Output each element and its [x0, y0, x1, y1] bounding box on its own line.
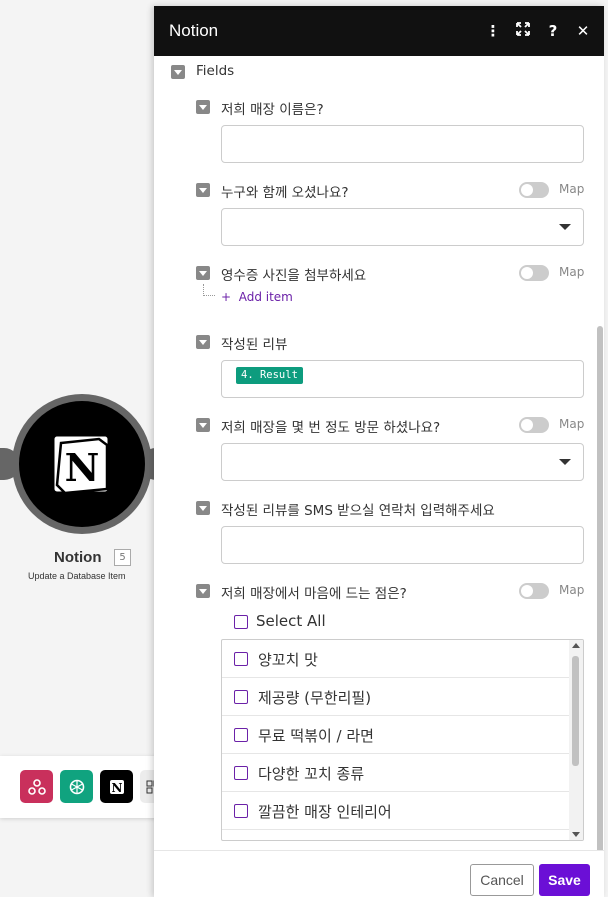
sms-input[interactable]: [221, 526, 584, 564]
visits-label: 저희 매장을 몇 번 정도 방문 하셨나요?: [221, 420, 441, 436]
review-collapse-icon[interactable]: [196, 335, 210, 349]
cancel-button[interactable]: Cancel: [470, 864, 534, 896]
visits-select[interactable]: [221, 443, 584, 481]
list-item[interactable]: 양꼬치 맛: [222, 640, 571, 678]
option-label: 제공량 (무한리필): [258, 689, 372, 707]
receipt-label: 영수증 사진을 첨부하세요: [221, 268, 367, 284]
result-mapping-pill[interactable]: 4. Result: [236, 367, 303, 384]
fields-collapse-icon[interactable]: [171, 65, 185, 79]
openai-icon[interactable]: [60, 770, 93, 803]
companion-select[interactable]: [221, 208, 584, 246]
review-label: 작성된 리뷰: [221, 337, 288, 353]
likes-options-list[interactable]: 양꼬치 맛 제공량 (무한리필) 무료 떡볶이 / 라면 다양한 꼬치 종류 깔…: [221, 639, 584, 841]
companion-map-label: Map: [559, 182, 585, 196]
visits-map-toggle[interactable]: [519, 417, 549, 433]
module-count-badge: 5: [114, 549, 131, 566]
option-label: 무료 떡볶이 / 라면: [258, 727, 374, 745]
list-scrollbar-thumb[interactable]: [572, 656, 579, 766]
option-checkbox[interactable]: [234, 804, 248, 818]
sms-label: 작성된 리뷰를 SMS 받으실 연락처 입력해주세요: [221, 503, 495, 519]
save-button[interactable]: Save: [539, 864, 590, 896]
receipt-map-toggle[interactable]: [519, 265, 549, 281]
option-checkbox[interactable]: [234, 728, 248, 742]
sms-collapse-icon[interactable]: [196, 501, 210, 515]
help-icon[interactable]: ?: [538, 22, 568, 40]
panel-header: Notion ⋮ ? ✕: [154, 6, 604, 56]
panel-scrollbar[interactable]: [596, 56, 604, 850]
add-item-label: Add item: [238, 290, 293, 304]
likes-map-toggle[interactable]: [519, 583, 549, 599]
option-label: 양꼬치 맛: [258, 651, 318, 669]
notion-icon[interactable]: N: [100, 770, 133, 803]
store-name-label: 저희 매장 이름은?: [221, 102, 324, 118]
list-item[interactable]: 무료 떡볶이 / 라면: [222, 716, 571, 754]
module-name: Notion: [54, 549, 102, 566]
likes-collapse-icon[interactable]: [196, 584, 210, 598]
option-checkbox[interactable]: [234, 766, 248, 780]
expand-icon[interactable]: [508, 22, 538, 40]
list-item[interactable]: 제공량 (무한리필): [222, 678, 571, 716]
store-name-collapse-icon[interactable]: [196, 100, 210, 114]
plus-icon: +: [221, 290, 232, 304]
visits-map-label: Map: [559, 417, 585, 431]
likes-map-label: Map: [559, 583, 585, 597]
companion-collapse-icon[interactable]: [196, 183, 210, 197]
panel-scrollbar-thumb[interactable]: [597, 326, 603, 850]
chevron-down-icon: [559, 224, 571, 230]
companion-label: 누구와 함께 오셨나요?: [221, 185, 349, 201]
panel-body[interactable]: Fields 저희 매장 이름은? 누구와 함께 오셨나요? Map 영수증 사…: [154, 56, 604, 850]
option-checkbox[interactable]: [234, 690, 248, 704]
receipt-map-label: Map: [559, 265, 585, 279]
scroll-down-icon[interactable]: [572, 832, 580, 837]
store-name-input[interactable]: [221, 125, 584, 163]
scroll-up-icon[interactable]: [572, 643, 580, 648]
notion-module[interactable]: N: [19, 401, 145, 527]
more-vert-icon[interactable]: ⋮: [478, 22, 508, 40]
receipt-collapse-icon[interactable]: [196, 266, 210, 280]
fields-section-label: Fields: [196, 63, 235, 79]
module-settings-panel: Notion ⋮ ? ✕ Fields 저희 매장 이름은? 누구와 함께 오셨…: [154, 6, 604, 897]
option-label: 깔끔한 매장 인테리어: [258, 803, 392, 821]
svg-text:N: N: [111, 781, 122, 795]
option-checkbox[interactable]: [234, 652, 248, 666]
close-icon[interactable]: ✕: [568, 22, 598, 40]
select-all-label: Select All: [256, 612, 326, 630]
panel-footer: Cancel Save: [154, 850, 604, 897]
webhook-icon[interactable]: [20, 770, 53, 803]
panel-title: Notion: [169, 21, 219, 40]
tree-connector: [203, 284, 215, 296]
select-all-checkbox[interactable]: [234, 615, 248, 629]
add-item-button[interactable]: + Add item: [221, 290, 293, 304]
list-item[interactable]: 다양한 꼬치 종류: [222, 754, 571, 792]
option-label: 다양한 꼬치 종류: [258, 765, 365, 783]
chevron-down-icon: [559, 459, 571, 465]
likes-label: 저희 매장에서 마음에 드는 점은?: [221, 586, 407, 602]
module-subtitle: Update a Database Item: [28, 571, 126, 581]
svg-text:N: N: [65, 445, 100, 490]
list-scrollbar[interactable]: [569, 640, 583, 840]
list-item[interactable]: 깔끔한 매장 인테리어: [222, 792, 571, 830]
visits-collapse-icon[interactable]: [196, 418, 210, 432]
notion-logo-icon: N: [51, 433, 111, 495]
companion-map-toggle[interactable]: [519, 182, 549, 198]
